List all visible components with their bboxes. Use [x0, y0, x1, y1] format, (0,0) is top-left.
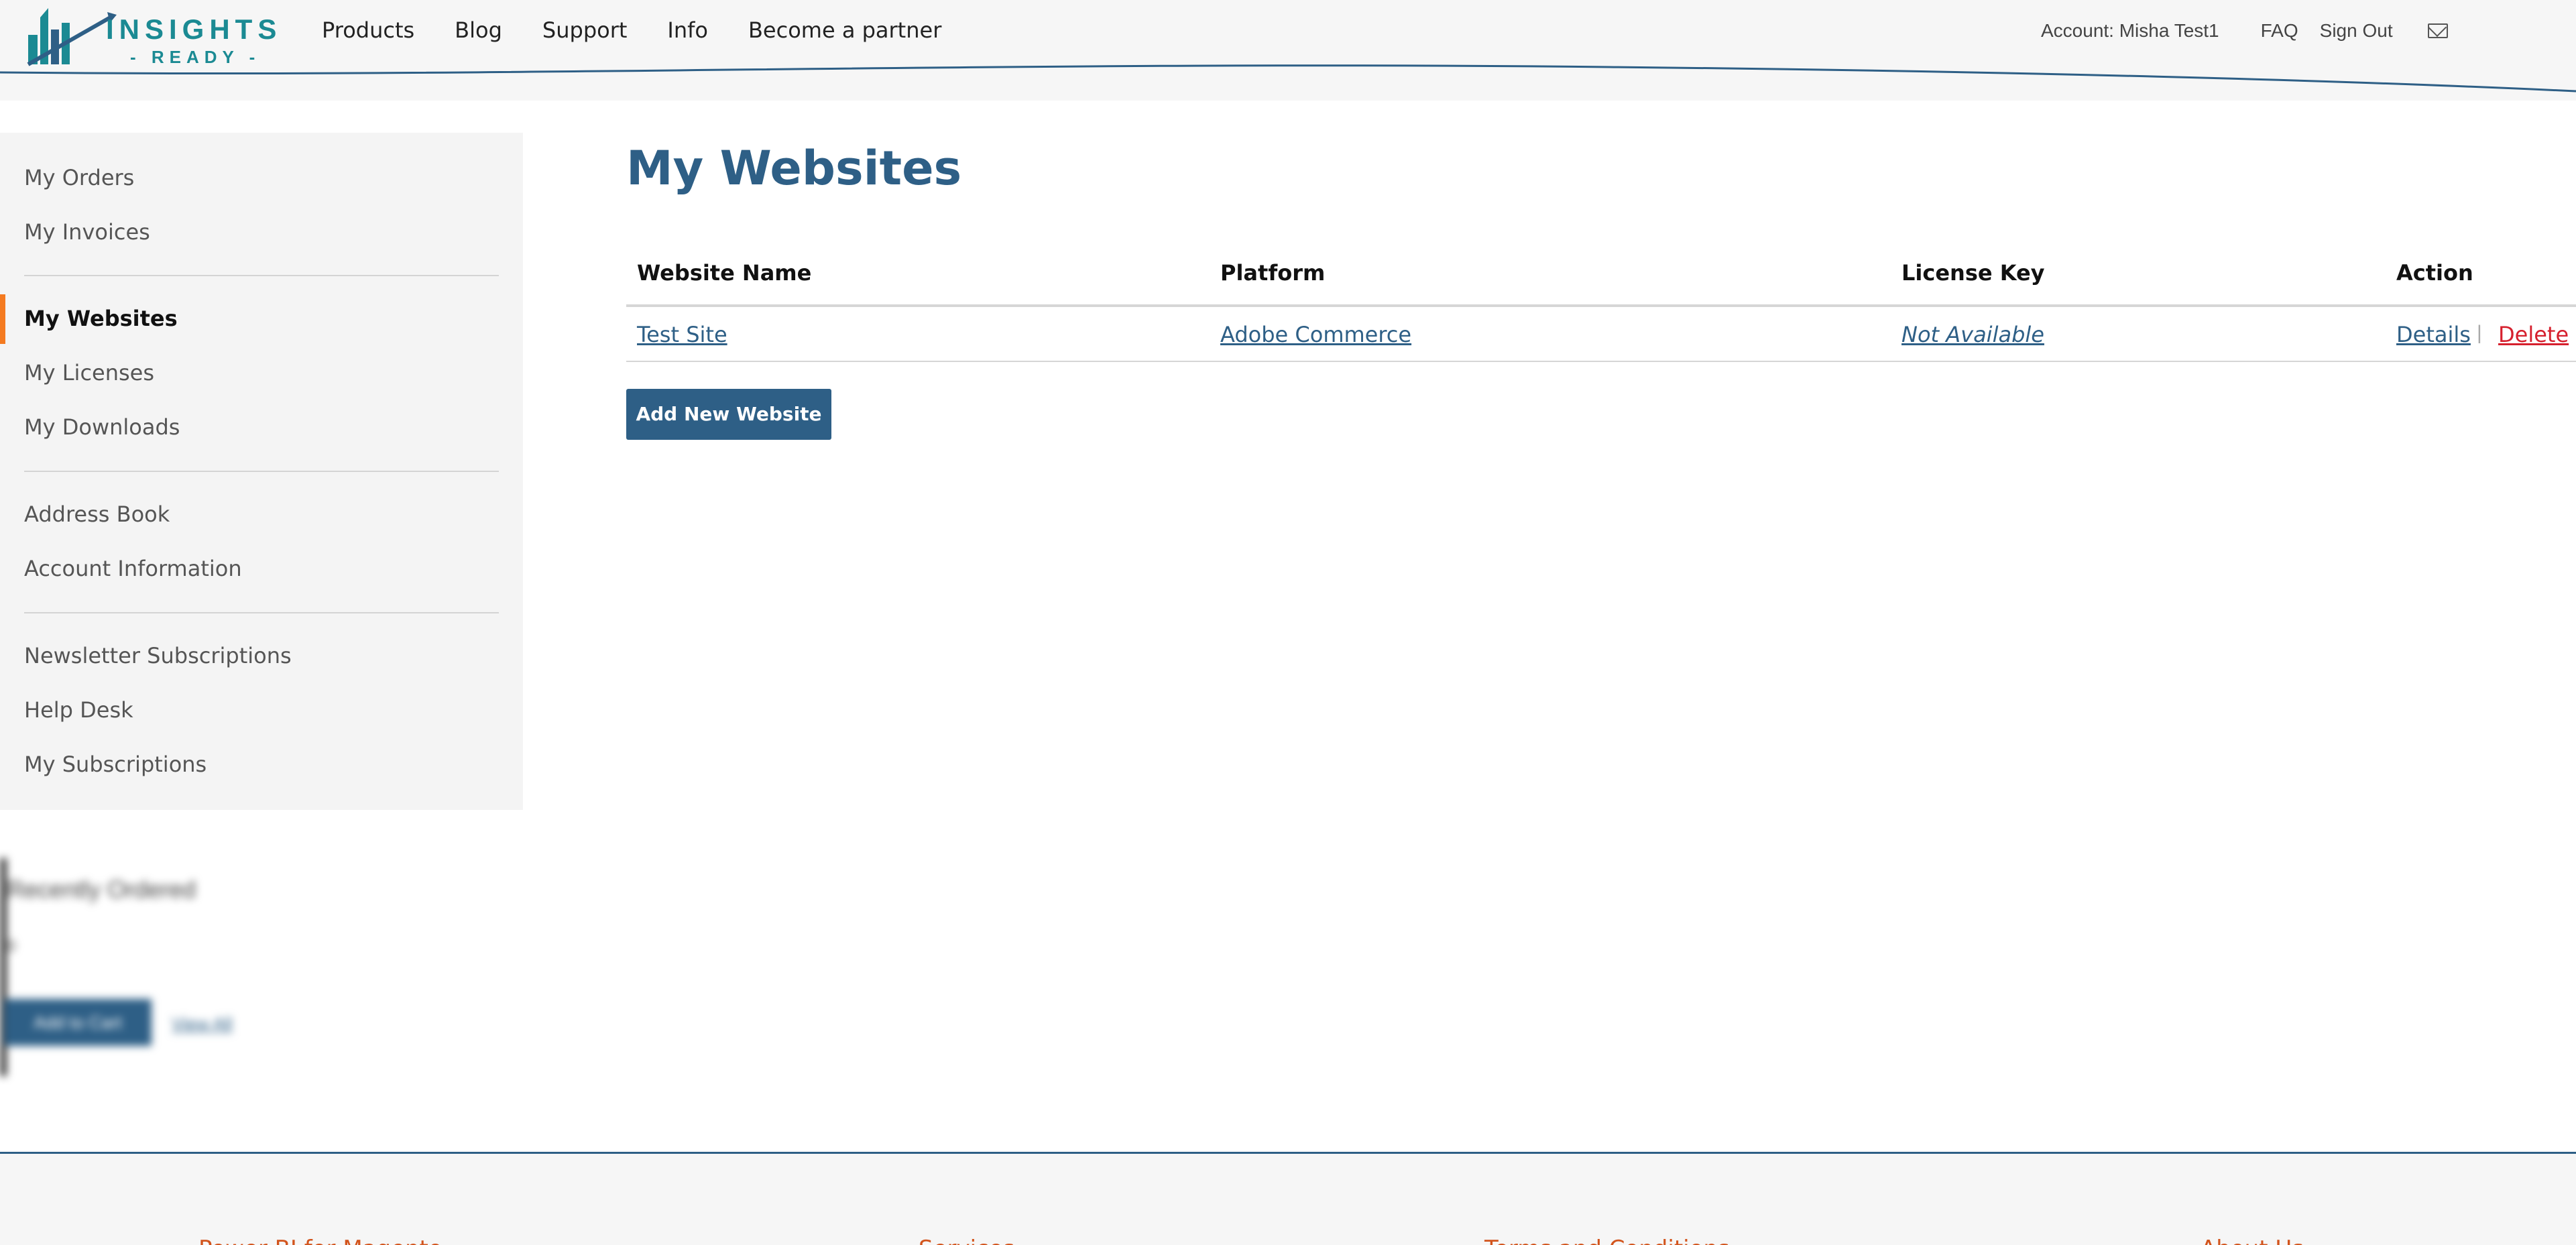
- license-key-link[interactable]: Not Available: [1901, 322, 2044, 347]
- faq-link[interactable]: FAQ: [2261, 20, 2298, 42]
- sidebar-item-my-licenses[interactable]: My Licenses: [24, 360, 154, 386]
- delete-link[interactable]: Delete: [2498, 322, 2569, 347]
- footer-link-about-us[interactable]: About Us: [2201, 1236, 2304, 1245]
- footer-link-power-bi[interactable]: Power BI for Magento: [198, 1236, 443, 1245]
- footer-link-services[interactable]: Services: [919, 1236, 1014, 1245]
- column-header-website-name: Website Name: [637, 260, 812, 286]
- view-all-link[interactable]: View All: [172, 1014, 233, 1034]
- table-row-divider: [626, 361, 2576, 362]
- nav-info[interactable]: Info: [667, 17, 708, 43]
- sidebar-item-help-desk[interactable]: Help Desk: [24, 697, 133, 723]
- account-sidebar: My Orders My Invoices My Websites My Lic…: [0, 133, 523, 810]
- action-separator: |: [2477, 322, 2482, 344]
- header-wave-divider: [0, 64, 2576, 93]
- details-link[interactable]: Details: [2396, 322, 2471, 347]
- sidebar-item-newsletter-subscriptions[interactable]: Newsletter Subscriptions: [24, 643, 292, 668]
- sidebar-divider: [24, 471, 499, 472]
- main-nav: Products Blog Support Info Become a part…: [322, 17, 941, 43]
- nav-blog[interactable]: Blog: [455, 17, 502, 43]
- recently-ordered-count: 0: [7, 937, 16, 955]
- nav-support[interactable]: Support: [542, 17, 628, 43]
- insights-ready-logo[interactable]: INSIGHTS - READY -: [25, 3, 276, 67]
- sidebar-item-my-orders[interactable]: My Orders: [24, 165, 134, 190]
- recently-ordered-title: Recently Ordered: [7, 876, 196, 903]
- mail-icon[interactable]: [2427, 23, 2448, 38]
- sidebar-item-my-downloads[interactable]: My Downloads: [24, 414, 180, 440]
- sidebar-item-my-websites[interactable]: My Websites: [24, 306, 178, 331]
- nav-products[interactable]: Products: [322, 17, 414, 43]
- sidebar-item-my-subscriptions[interactable]: My Subscriptions: [24, 752, 207, 777]
- sidebar-divider: [24, 612, 499, 613]
- platform-link[interactable]: Adobe Commerce: [1220, 322, 1411, 347]
- sidebar-item-account-information[interactable]: Account Information: [24, 556, 242, 581]
- sidebar-divider: [24, 275, 499, 276]
- site-header: INSIGHTS - READY - Products Blog Support…: [0, 0, 2576, 101]
- column-header-platform: Platform: [1220, 260, 1326, 286]
- website-name-link[interactable]: Test Site: [637, 322, 727, 347]
- add-new-website-button[interactable]: Add New Website: [626, 389, 831, 440]
- logo-text: INSIGHTS: [106, 13, 282, 45]
- active-item-indicator: [0, 294, 5, 344]
- column-header-license-key: License Key: [1901, 260, 2045, 286]
- table-header-divider: [626, 304, 2576, 307]
- add-to-cart-button[interactable]: Add to Cart: [4, 999, 152, 1046]
- sidebar-item-my-invoices[interactable]: My Invoices: [24, 219, 150, 245]
- column-header-action: Action: [2396, 260, 2473, 286]
- account-name[interactable]: Account: Misha Test1: [2041, 20, 2219, 42]
- account-links: Account: Misha Test1 FAQ Sign Out: [2041, 20, 2448, 42]
- footer-link-terms[interactable]: Terms and Conditions: [1484, 1236, 1730, 1245]
- recently-ordered-block: Recently Ordered 0 Add to Cart View All: [0, 858, 282, 1076]
- nav-become-partner[interactable]: Become a partner: [748, 17, 941, 43]
- sidebar-item-address-book[interactable]: Address Book: [24, 501, 170, 527]
- logo-subtext: - READY -: [130, 47, 261, 67]
- site-footer: Power BI for Magento Services Terms and …: [0, 1152, 2576, 1245]
- sign-out-link[interactable]: Sign Out: [2320, 20, 2393, 42]
- page-title: My Websites: [626, 141, 962, 196]
